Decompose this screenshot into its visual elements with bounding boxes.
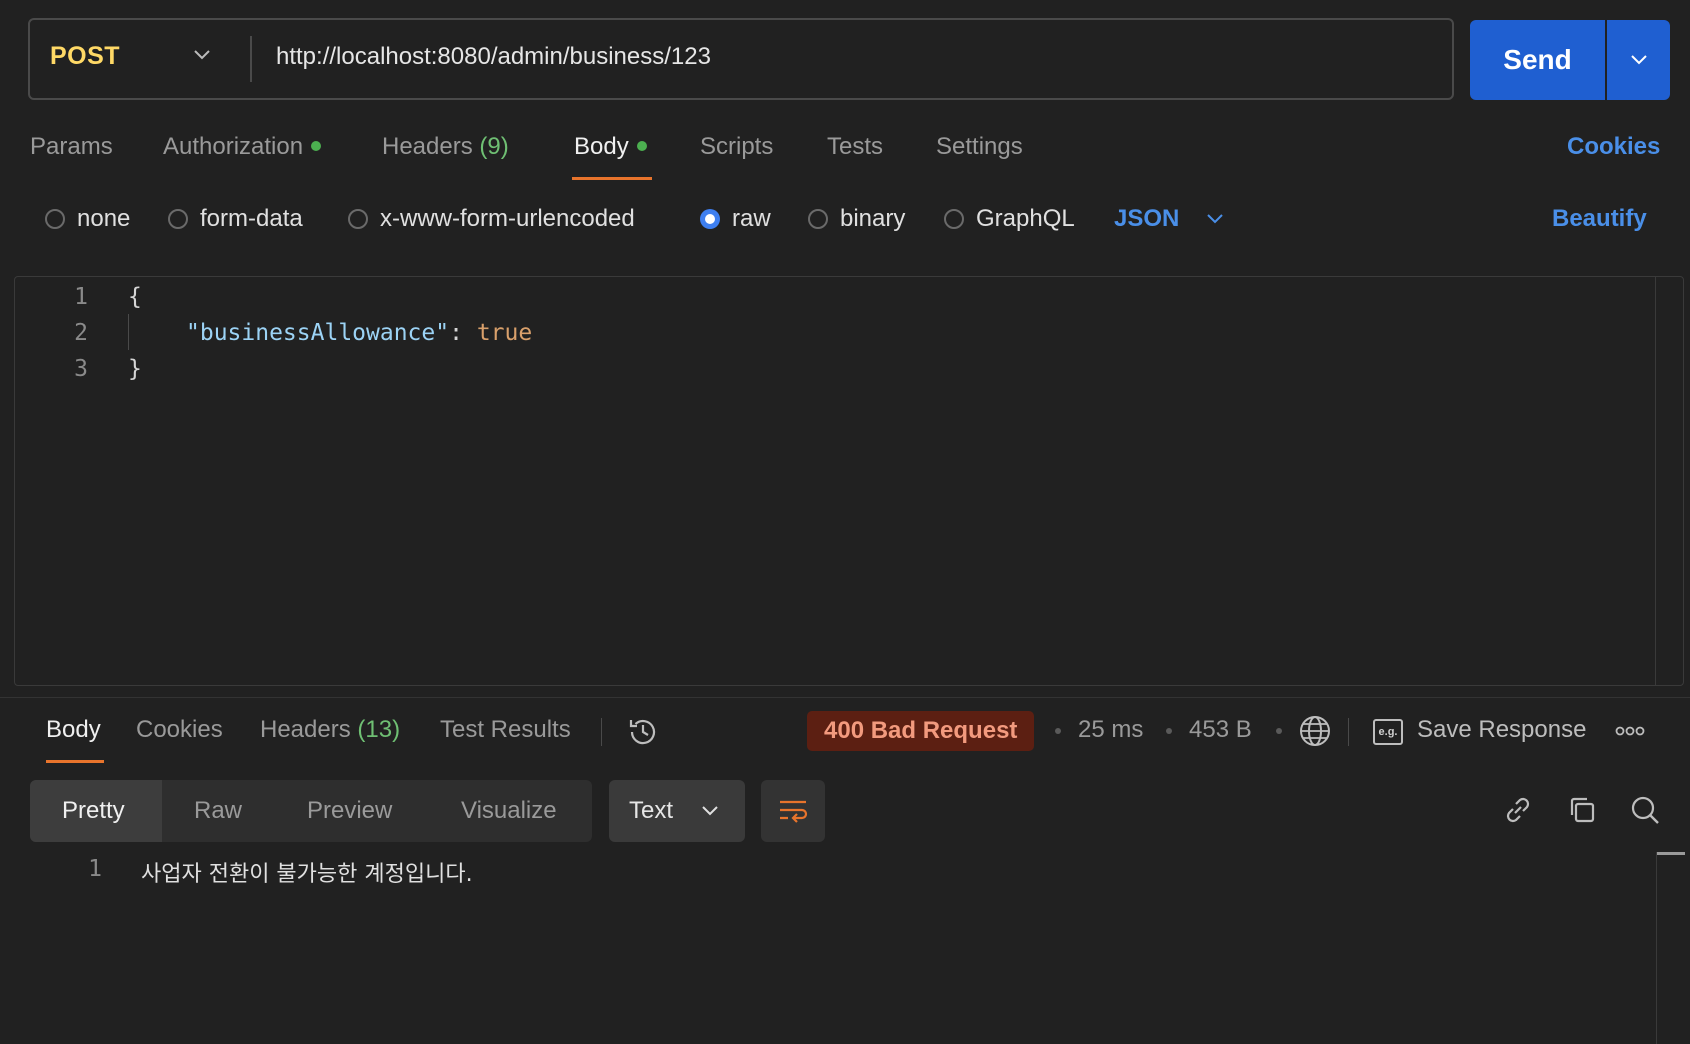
tab-headers[interactable]: Headers (9) <box>382 133 509 161</box>
line-number: 1 <box>74 284 88 310</box>
response-tab-headers[interactable]: Headers (13) <box>260 716 400 744</box>
url-bar <box>28 18 1454 100</box>
tab-scripts[interactable]: Scripts <box>700 133 773 161</box>
code-open-brace: { <box>128 284 142 310</box>
json-colon: : <box>449 320 463 346</box>
language-select[interactable]: JSON <box>1114 205 1179 233</box>
body-type-form-data-label: form-data <box>200 205 303 232</box>
chevron-down-icon[interactable] <box>1205 212 1225 226</box>
tab-body[interactable]: Body <box>574 133 647 161</box>
body-type-urlencoded[interactable]: x-www-form-urlencoded <box>348 205 635 233</box>
code-close-brace: } <box>128 356 142 382</box>
wrap-lines-button[interactable] <box>761 780 825 842</box>
response-type-label: Text <box>629 797 674 824</box>
response-tab-test-results[interactable]: Test Results <box>440 716 571 744</box>
cookies-link[interactable]: Cookies <box>1567 133 1660 161</box>
body-type-binary-label: binary <box>840 205 906 232</box>
send-button[interactable]: Send <box>1470 20 1605 100</box>
tab-params[interactable]: Params <box>30 133 113 161</box>
send-options-button[interactable] <box>1607 20 1670 100</box>
tab-body-label: Body <box>574 133 629 160</box>
indent-guide <box>128 314 129 350</box>
radio-selected-icon <box>700 209 720 229</box>
example-icon-label: e.g. <box>1378 726 1398 738</box>
response-tab-body[interactable]: Body <box>46 716 101 744</box>
url-input[interactable]: http://localhost:8080/admin/business/123 <box>276 43 711 71</box>
globe-icon[interactable] <box>1298 714 1332 748</box>
radio-icon <box>808 209 828 229</box>
active-tab-indicator <box>572 177 652 180</box>
code-line-2: "businessAllowance": true <box>186 320 532 346</box>
body-type-graphql[interactable]: GraphQL <box>944 205 1075 233</box>
radio-icon <box>348 209 368 229</box>
radio-icon <box>168 209 188 229</box>
more-options-icon[interactable] <box>1615 724 1645 738</box>
wrap-lines-icon <box>780 800 808 823</box>
method-select[interactable]: POST <box>50 42 120 71</box>
beautify-button[interactable]: Beautify <box>1552 205 1647 233</box>
line-number: 3 <box>74 356 88 382</box>
tab-authorization[interactable]: Authorization <box>163 133 322 161</box>
response-scrollbar[interactable] <box>1656 852 1657 1044</box>
radio-icon <box>944 209 964 229</box>
body-type-graphql-label: GraphQL <box>976 205 1075 232</box>
body-type-raw[interactable]: raw <box>700 205 771 233</box>
panel-divider[interactable] <box>0 697 1690 698</box>
chevron-down-icon <box>702 806 718 816</box>
format-visualize[interactable]: Visualize <box>461 797 557 825</box>
link-icon[interactable] <box>1501 793 1535 827</box>
response-tab-headers-label: Headers <box>260 716 351 743</box>
chevron-down-icon <box>1630 55 1647 65</box>
json-value: true <box>476 320 533 346</box>
tab-headers-label: Headers <box>382 133 473 160</box>
body-type-none-label: none <box>77 205 131 232</box>
body-type-raw-label: raw <box>732 205 771 232</box>
url-divider <box>250 36 252 82</box>
format-pretty[interactable]: Pretty <box>62 797 125 825</box>
body-type-urlencoded-label: x-www-form-urlencoded <box>380 205 635 232</box>
separator-dot <box>1276 728 1282 734</box>
history-icon[interactable] <box>626 715 660 749</box>
response-tab-cookies[interactable]: Cookies <box>136 716 223 744</box>
body-type-binary[interactable]: binary <box>808 205 905 233</box>
scrollbar-thumb[interactable] <box>1657 852 1685 855</box>
line-number: 2 <box>74 320 88 346</box>
separator-dot <box>1166 728 1172 734</box>
tab-settings[interactable]: Settings <box>936 133 1023 161</box>
headers-count: (9) <box>479 133 509 160</box>
body-type-none[interactable]: none <box>45 205 130 233</box>
response-headers-count: (13) <box>357 716 401 743</box>
divider <box>1348 718 1349 746</box>
line-number: 1 <box>88 856 102 882</box>
search-icon[interactable] <box>1628 793 1662 827</box>
chevron-down-icon[interactable] <box>192 48 212 62</box>
body-type-form-data[interactable]: form-data <box>168 205 303 233</box>
status-badge[interactable]: 400 Bad Request <box>807 711 1035 751</box>
response-body-text: 사업자 전환이 불가능한 계정입니다. <box>141 862 473 887</box>
separator-dot <box>1055 728 1061 734</box>
status-dot-icon <box>636 140 647 151</box>
response-time[interactable]: 25 ms <box>1078 716 1143 744</box>
json-key: "businessAllowance" <box>186 320 450 346</box>
active-tab-indicator <box>46 760 104 763</box>
tab-tests[interactable]: Tests <box>827 133 883 161</box>
example-icon[interactable]: e.g. <box>1373 719 1403 745</box>
format-raw[interactable]: Raw <box>194 797 242 825</box>
tab-authorization-label: Authorization <box>163 133 304 160</box>
divider <box>601 718 602 746</box>
status-dot-icon <box>311 140 322 151</box>
response-size[interactable]: 453 B <box>1189 716 1252 744</box>
editor-scrollbar[interactable] <box>1655 277 1656 685</box>
radio-icon <box>45 209 65 229</box>
copy-icon[interactable] <box>1565 793 1599 827</box>
save-response-button[interactable]: Save Response <box>1417 716 1586 744</box>
format-preview[interactable]: Preview <box>307 797 392 825</box>
